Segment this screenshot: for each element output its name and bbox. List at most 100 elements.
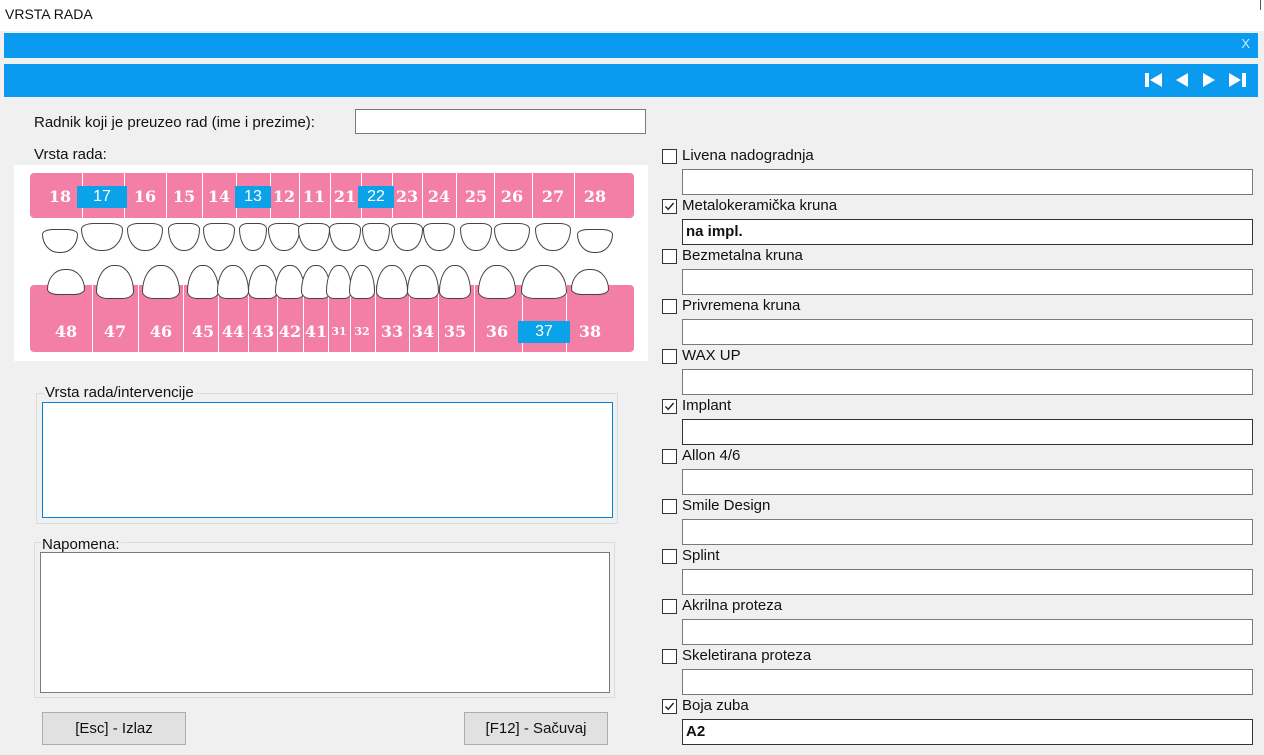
option-checkbox[interactable] [662, 349, 677, 364]
upper-tooth[interactable] [362, 223, 390, 251]
upper-tooth[interactable] [298, 223, 330, 251]
tooth-number[interactable]: 47 [96, 321, 134, 343]
tooth-number[interactable]: 26 [493, 186, 531, 208]
tooth-number[interactable]: 45 [187, 321, 219, 343]
option-field[interactable] [682, 369, 1253, 395]
tooth-number-selected[interactable]: 22 [358, 186, 394, 208]
tooth-number[interactable]: 12 [267, 186, 301, 208]
lower-tooth[interactable] [326, 265, 352, 299]
last-record-icon[interactable] [1226, 71, 1248, 89]
tooth-number[interactable]: 34 [407, 321, 439, 343]
option-checkbox[interactable] [662, 549, 677, 564]
lower-tooth[interactable] [47, 269, 85, 295]
option-label: Akrilna proteza [682, 597, 783, 614]
previous-record-icon[interactable] [1171, 71, 1193, 89]
intervention-textarea[interactable] [42, 402, 613, 518]
next-record-icon[interactable] [1198, 71, 1220, 89]
upper-tooth[interactable] [268, 223, 300, 251]
tooth-number[interactable]: 33 [376, 321, 408, 343]
upper-tooth[interactable] [460, 223, 492, 251]
lower-tooth[interactable] [96, 265, 134, 299]
upper-tooth[interactable] [239, 223, 267, 251]
tooth-divider [574, 173, 575, 218]
tooth-number-selected[interactable]: 13 [235, 186, 271, 208]
tooth-number[interactable]: 36 [478, 321, 516, 343]
option-field[interactable] [682, 269, 1253, 295]
option-checkbox[interactable] [662, 649, 677, 664]
lower-tooth[interactable] [439, 265, 471, 299]
upper-tooth[interactable] [391, 223, 423, 251]
lower-tooth[interactable] [376, 265, 408, 299]
tooth-number[interactable]: 16 [126, 186, 164, 208]
close-button[interactable]: X [1241, 36, 1250, 51]
tooth-number[interactable]: 48 [47, 321, 85, 343]
lower-tooth[interactable] [217, 265, 249, 299]
tooth-number[interactable]: 35 [439, 321, 471, 343]
tooth-chart: 18 17 16 15 14 13 12 11 21 22 23 24 25 26 27 28 48 47 46 45… [14, 165, 648, 361]
option-field[interactable]: na impl. [682, 219, 1253, 245]
first-record-icon[interactable] [1143, 71, 1165, 89]
tooth-number[interactable]: 15 [167, 186, 201, 208]
save-button[interactable]: [F12] - Sačuvaj [464, 712, 608, 745]
upper-tooth[interactable] [329, 223, 361, 251]
option-field[interactable] [682, 169, 1253, 195]
lower-tooth[interactable] [407, 265, 439, 299]
title-bar: VRSTA RADA [0, 0, 1264, 31]
tooth-number[interactable]: 43 [248, 321, 278, 343]
lower-tooth[interactable] [478, 265, 516, 299]
tooth-number[interactable]: 44 [217, 321, 249, 343]
option-checkbox[interactable] [662, 449, 677, 464]
tooth-number[interactable]: 23 [390, 186, 424, 208]
upper-tooth[interactable] [203, 223, 235, 251]
option-field[interactable] [682, 469, 1253, 495]
upper-tooth[interactable] [81, 223, 123, 251]
upper-tooth[interactable] [127, 223, 163, 251]
option-label: Metalokeramička kruna [682, 197, 838, 214]
option-checkbox[interactable] [662, 699, 677, 714]
upper-tooth[interactable] [535, 223, 571, 251]
tooth-number[interactable]: 46 [142, 321, 180, 343]
lower-tooth[interactable] [571, 269, 609, 295]
option-checkbox[interactable] [662, 499, 677, 514]
lower-tooth[interactable] [521, 265, 567, 299]
tooth-number[interactable]: 38 [571, 321, 609, 343]
option-field[interactable]: A2 [682, 719, 1253, 745]
upper-tooth[interactable] [168, 223, 200, 251]
tooth-number-selected[interactable]: 17 [77, 186, 127, 208]
option-field[interactable] [682, 669, 1253, 695]
tooth-number[interactable]: 24 [422, 186, 456, 208]
option-field[interactable] [682, 419, 1253, 445]
exit-button[interactable]: [Esc] - Izlaz [42, 712, 186, 745]
option-checkbox[interactable] [662, 199, 677, 214]
option-checkbox[interactable] [662, 399, 677, 414]
option-label: Splint [682, 547, 720, 564]
lower-tooth[interactable] [349, 265, 375, 299]
upper-tooth[interactable] [42, 229, 78, 253]
worker-input[interactable] [355, 109, 646, 134]
option-label: Boja zuba [682, 697, 749, 714]
tooth-number[interactable]: 11 [297, 186, 331, 208]
tooth-number[interactable]: 14 [202, 186, 236, 208]
option-field[interactable] [682, 519, 1253, 545]
tooth-number[interactable]: 32 [349, 321, 375, 343]
upper-tooth[interactable] [494, 223, 530, 251]
tooth-number[interactable]: 25 [459, 186, 493, 208]
note-textarea[interactable] [40, 552, 610, 693]
option-checkbox[interactable] [662, 599, 677, 614]
lower-tooth[interactable] [248, 265, 278, 299]
tooth-number[interactable]: 18 [41, 186, 79, 208]
option-checkbox[interactable] [662, 149, 677, 164]
upper-tooth[interactable] [577, 229, 613, 253]
option-field[interactable] [682, 569, 1253, 595]
tooth-number[interactable]: 28 [576, 186, 614, 208]
tooth-number[interactable]: 21 [328, 186, 362, 208]
option-field[interactable] [682, 319, 1253, 345]
tooth-number[interactable]: 27 [534, 186, 572, 208]
tooth-number-selected[interactable]: 37 [518, 321, 570, 343]
upper-tooth[interactable] [423, 223, 455, 251]
lower-tooth[interactable] [187, 265, 219, 299]
option-checkbox[interactable] [662, 299, 677, 314]
lower-tooth[interactable] [142, 265, 180, 299]
option-checkbox[interactable] [662, 249, 677, 264]
option-field[interactable] [682, 619, 1253, 645]
